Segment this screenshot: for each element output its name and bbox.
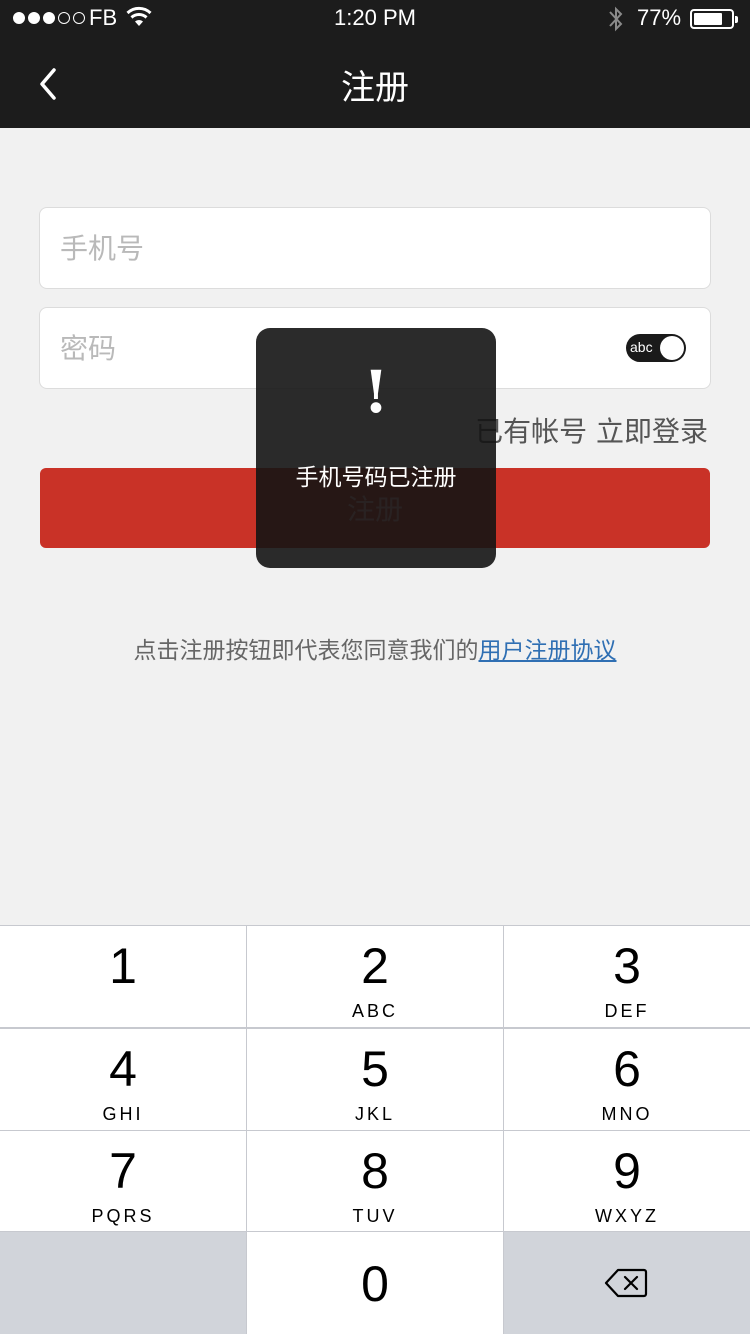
numeric-keypad: 1 2 ABC 3 DEF 4 GHI 5 JKL 6 MNO 7 PQRS 8…	[0, 925, 750, 1334]
key-9[interactable]: 9 WXYZ	[504, 1131, 750, 1231]
key-digit: 2	[361, 938, 389, 994]
error-toast: ! 手机号码已注册	[256, 328, 496, 568]
key-blank	[0, 1232, 246, 1334]
key-1[interactable]: 1	[0, 926, 246, 1027]
key-digit: 3	[613, 938, 641, 994]
agreement-text: 点击注册按钮即代表您同意我们的用户注册协议	[0, 631, 750, 665]
key-digit: 8	[361, 1143, 389, 1199]
key-letters: MNO	[601, 1104, 653, 1124]
top-bar: FB 1:20 PM 77% 注册	[0, 0, 750, 128]
key-digit: 1	[109, 938, 137, 994]
key-5[interactable]: 5 JKL	[247, 1029, 503, 1130]
key-letters: JKL	[354, 1104, 396, 1124]
agreement-label: 点击注册按钮即代表您同意我们的	[133, 638, 479, 664]
key-letters: DEF	[604, 1001, 650, 1021]
key-letters: ABC	[351, 1001, 398, 1021]
key-6[interactable]: 6 MNO	[504, 1029, 750, 1130]
battery-percent: 77%	[637, 5, 682, 30]
toggle-knob	[660, 336, 684, 360]
toast-message: 手机号码已注册	[295, 465, 457, 491]
toggle-label: abc	[630, 339, 653, 355]
key-digit: 0	[361, 1256, 389, 1312]
password-visibility-toggle[interactable]: abc	[626, 334, 686, 362]
exclamation-icon: !	[363, 358, 389, 426]
phone-field[interactable]	[39, 207, 711, 289]
agreement-link[interactable]: 用户注册协议	[479, 638, 617, 664]
login-link[interactable]: 已有帐号 立即登录	[475, 410, 708, 450]
backspace-icon	[604, 1268, 648, 1298]
key-0[interactable]: 0	[247, 1232, 503, 1334]
key-letters: PQRS	[91, 1206, 155, 1226]
key-digit: 6	[613, 1041, 641, 1097]
key-4[interactable]: 4 GHI	[0, 1029, 246, 1130]
key-letters: WXYZ	[595, 1206, 659, 1226]
status-bar: FB 1:20 PM 77%	[0, 0, 750, 40]
phone-input[interactable]	[60, 208, 620, 288]
key-letters: GHI	[102, 1104, 144, 1124]
key-digit: 4	[109, 1041, 137, 1097]
key-7[interactable]: 7 PQRS	[0, 1131, 246, 1231]
bluetooth-icon	[609, 6, 623, 32]
key-digit: 5	[361, 1041, 389, 1097]
key-8[interactable]: 8 TUV	[247, 1131, 503, 1231]
battery-icon	[690, 9, 738, 29]
delete-key[interactable]	[504, 1232, 750, 1334]
key-2[interactable]: 2 ABC	[247, 926, 503, 1027]
page-title: 注册	[341, 68, 409, 108]
key-letters: TUV	[352, 1206, 398, 1226]
key-digit: 7	[109, 1143, 137, 1199]
key-digit: 9	[613, 1143, 641, 1199]
key-3[interactable]: 3 DEF	[504, 926, 750, 1027]
